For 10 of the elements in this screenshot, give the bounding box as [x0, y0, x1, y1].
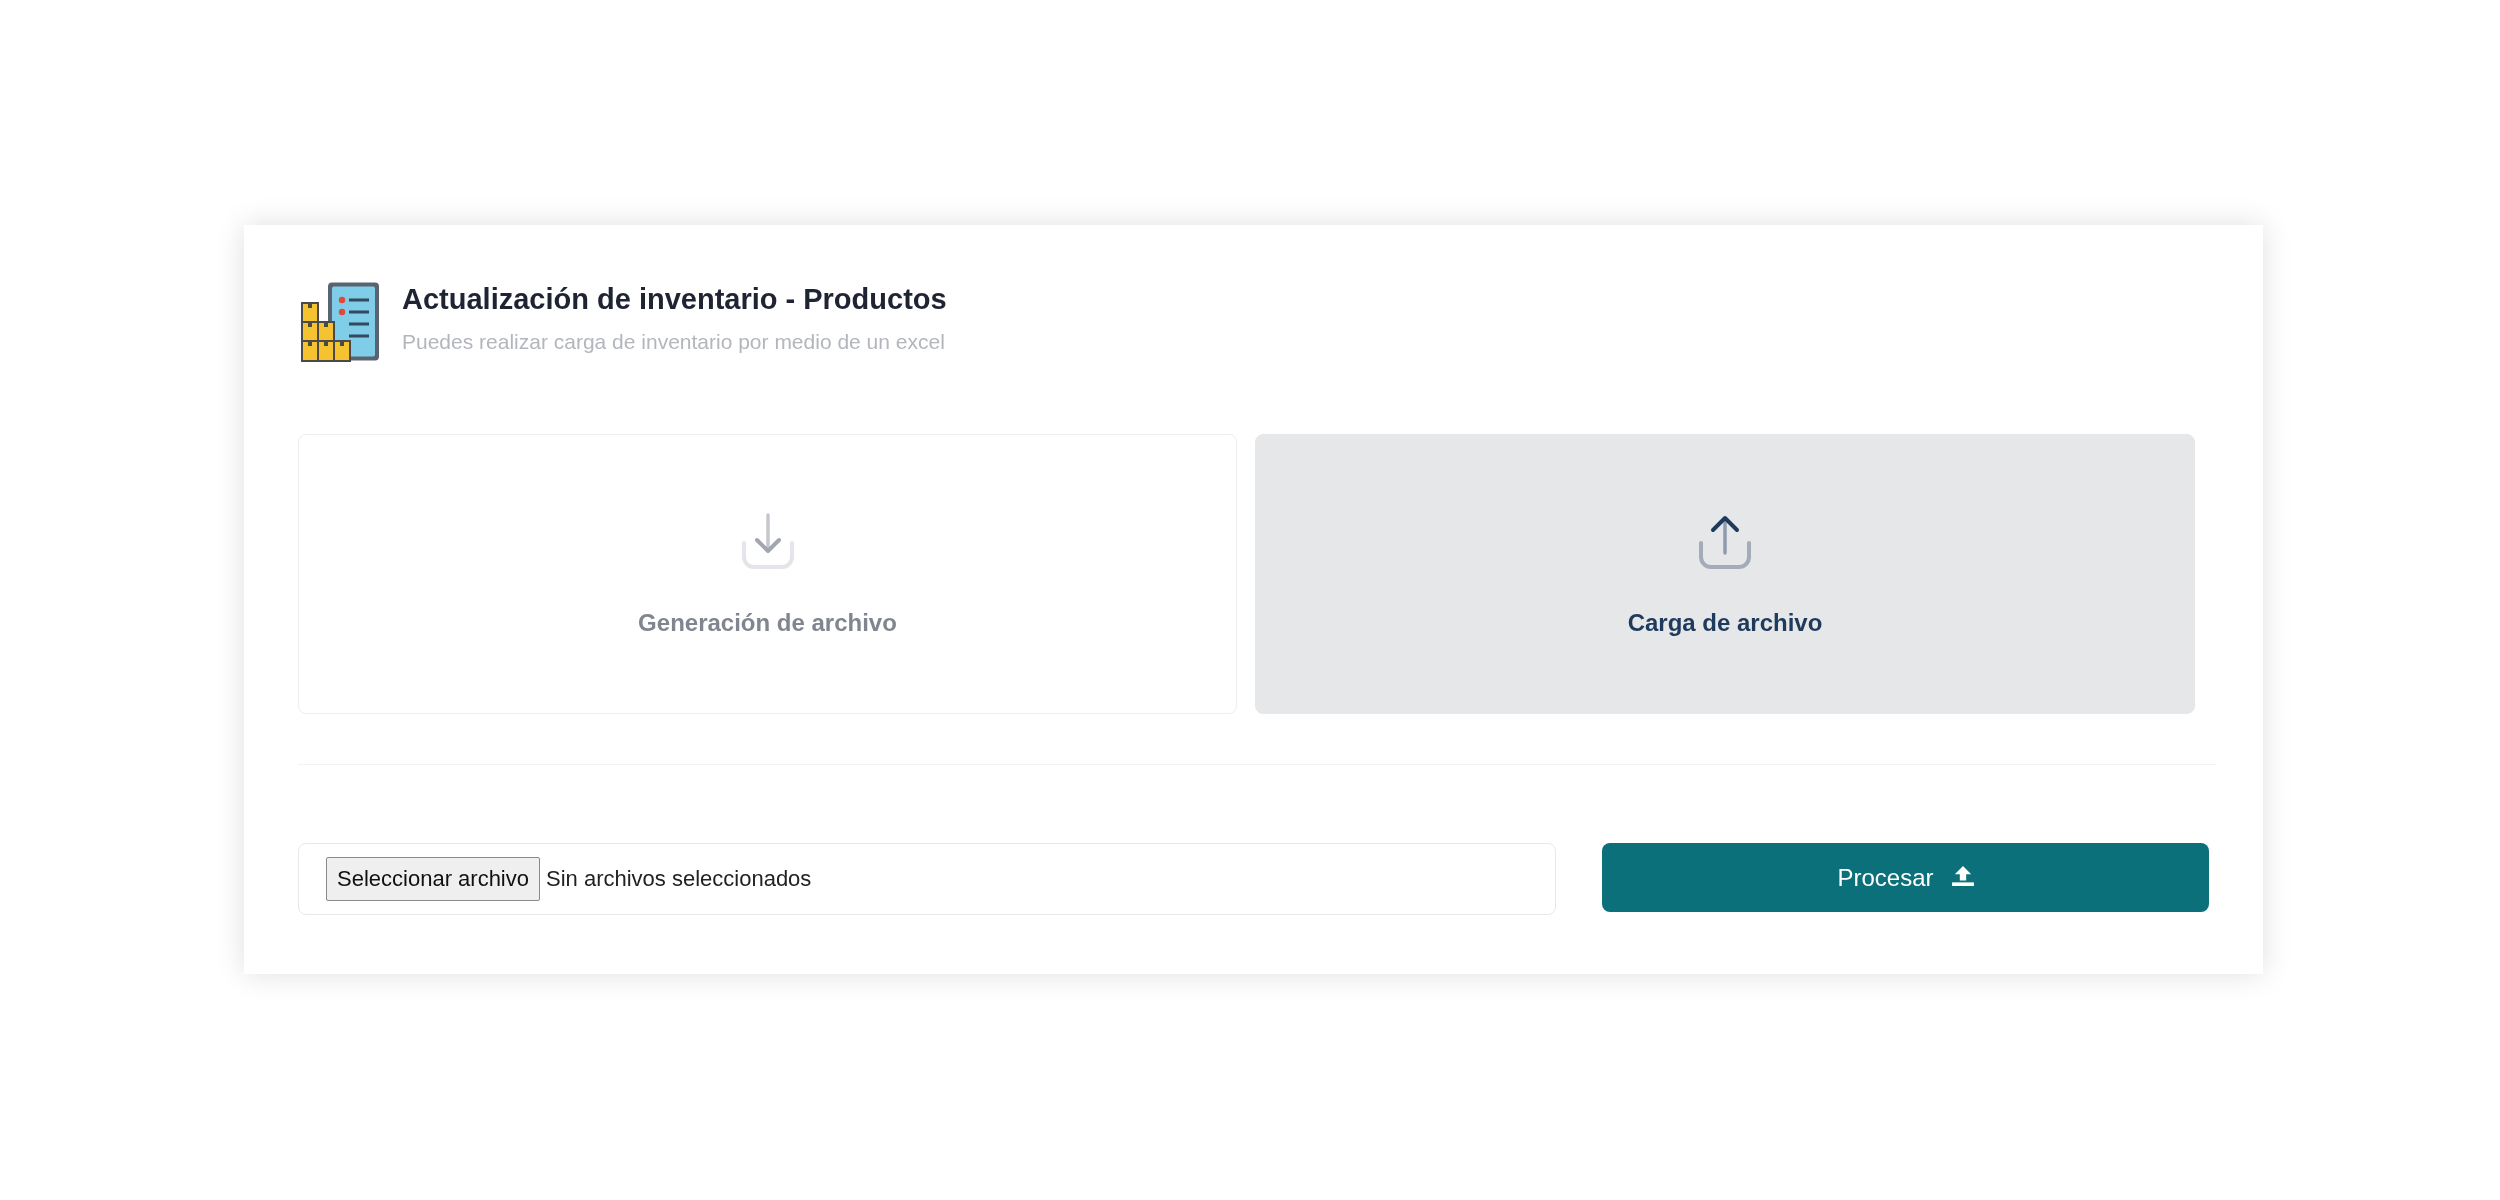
process-button[interactable]: Procesar: [1602, 843, 2209, 912]
file-input-field[interactable]: Seleccionar archivo Sin archivos seleccionados: [298, 843, 1556, 915]
page-title: Actualización de inventario - Productos: [402, 282, 947, 317]
option-card[interactable]: Carga de archivo: [1255, 434, 2195, 714]
option-card[interactable]: Generación de archivo: [298, 434, 1237, 714]
upload-icon: [1951, 865, 1974, 886]
clipboard-boxes-icon: [301, 281, 381, 362]
choose-file-button[interactable]: Seleccionar archivo: [326, 857, 540, 901]
page-subtitle: Puedes realizar carga de inventario por medio de un excel: [402, 329, 946, 355]
file-status-text: Sin archivos seleccionados: [546, 866, 812, 892]
